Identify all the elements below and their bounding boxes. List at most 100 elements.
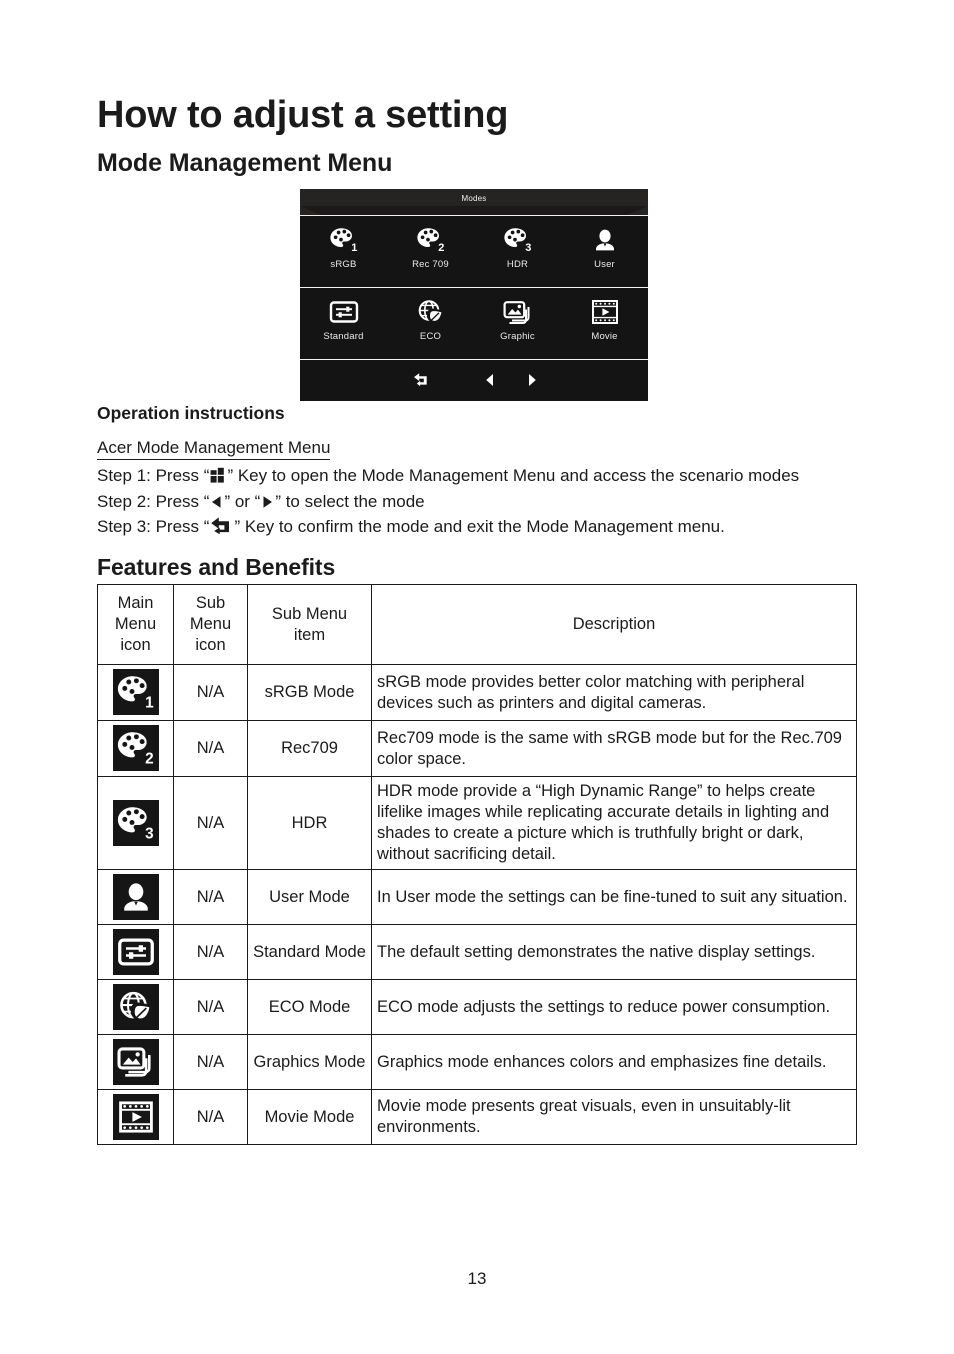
user-icon (561, 224, 648, 256)
osd-label-movie: Movie (591, 331, 618, 342)
svg-text:1: 1 (145, 694, 154, 710)
table-row: N/A User Mode In User mode the settings … (97, 869, 857, 925)
table-row: 2 N/A Rec709 Rec709 mode is the same wit… (97, 720, 857, 777)
row-sub-menu-item: User Mode (247, 869, 372, 925)
graphic-images-icon (474, 296, 561, 328)
header-sub-menu-item: Sub Menu item (247, 584, 372, 665)
row-sub-menu-item: Standard Mode (247, 924, 372, 980)
osd-label-rec709: Rec 709 (412, 259, 449, 270)
svg-text:2: 2 (145, 750, 154, 766)
osd-item-eco[interactable]: ECO (387, 296, 474, 342)
operation-instructions-heading: Operation instructions (97, 403, 285, 423)
osd-label-hdr: HDR (506, 259, 529, 270)
row-sub-menu-icon: N/A (173, 1089, 248, 1145)
row-description: ECO mode adjusts the settings to reduce … (371, 979, 857, 1035)
osd-item-hdr[interactable]: 3 HDR (474, 224, 561, 270)
row-description: Movie mode presents great visuals, even … (371, 1089, 857, 1145)
svg-text:2: 2 (438, 242, 444, 253)
row-icon-cell (97, 979, 174, 1035)
return-arrow-icon[interactable] (412, 372, 429, 387)
sliders-icon (112, 929, 159, 975)
row-sub-menu-item: HDR (247, 776, 372, 870)
section-heading-features: Features and Benefits (97, 554, 336, 580)
osd-item-graphic[interactable]: Graphic (474, 296, 561, 342)
osd-item-standard[interactable]: Standard (300, 296, 387, 342)
left-arrow-icon[interactable] (485, 373, 495, 387)
step-2-text-after: ” to select the mode (275, 492, 425, 511)
osd-label-standard: Standard (323, 331, 364, 342)
table-row: N/A Movie Mode Movie mode presents great… (97, 1089, 857, 1145)
row-sub-menu-icon: N/A (173, 869, 248, 925)
step-3-text-before: Step 3: Press “ (97, 517, 210, 536)
osd-mode-row-1: 1 sRGB 2 Rec 709 3 HDR User (300, 216, 648, 287)
palette-3-icon: 3 (112, 799, 159, 846)
palette-1-icon: 1 (300, 224, 387, 256)
palette-2-icon: 2 (387, 224, 474, 256)
page-number: 13 (467, 1269, 487, 1288)
header-sub-menu-icon: Sub Menu icon (173, 584, 248, 665)
osd-footer (300, 360, 648, 401)
eco-globe-leaf-icon (387, 296, 474, 328)
sliders-icon (300, 296, 387, 328)
movie-filmstrip-icon (561, 296, 648, 328)
step-3-line: Step 3: Press “ ” Key to confirm the mode… (97, 516, 725, 539)
row-icon-cell (97, 1034, 174, 1090)
row-description: sRGB mode provides better color matching… (371, 664, 857, 721)
row-description: HDR mode provide a “High Dynamic Range” … (371, 776, 857, 870)
header-main-line-2: Menu (114, 615, 157, 633)
manual-page: How to adjust a setting Mode Management … (0, 0, 954, 1354)
grid-modes-icon (210, 467, 226, 488)
header-item-line-2: item (293, 625, 326, 644)
osd-item-rec709[interactable]: 2 Rec 709 (387, 224, 474, 270)
osd-menu-screenshot: Modes 1 sRGB 2 Rec 709 3 HDR User Standa… (300, 189, 648, 401)
row-description: The default setting demonstrates the nat… (371, 924, 857, 980)
left-arrow-icon (210, 493, 223, 514)
osd-item-movie[interactable]: Movie (561, 296, 648, 342)
right-arrow-icon[interactable] (527, 373, 537, 387)
row-sub-menu-icon: N/A (173, 924, 248, 980)
row-sub-menu-icon: N/A (173, 979, 248, 1035)
features-table: Main Menu icon Sub Menu icon Sub Menu it… (97, 584, 857, 1145)
row-description: Rec709 mode is the same with sRGB mode b… (371, 720, 857, 777)
header-sub-line-2: Menu (189, 615, 232, 633)
svg-text:3: 3 (145, 825, 154, 841)
osd-label-eco: ECO (419, 331, 442, 342)
row-sub-menu-item: sRGB Mode (247, 664, 372, 721)
palette-3-icon: 3 (474, 224, 561, 256)
step-3-text-after: ” Key to confirm the mode and exit the M… (234, 517, 725, 536)
graphic-images-icon (112, 1039, 159, 1085)
movie-filmstrip-icon (112, 1094, 159, 1140)
operation-instructions-subtitle: Acer Mode Management Menu (97, 437, 331, 460)
table-row: N/A ECO Mode ECO mode adjusts the settin… (97, 979, 857, 1035)
header-main-line-3: icon (120, 636, 151, 654)
table-row: 1 N/A sRGB Mode sRGB mode provides bette… (97, 664, 857, 721)
osd-label-srgb: sRGB (330, 259, 357, 270)
header-sub-line-3: icon (195, 636, 226, 654)
user-icon (112, 874, 159, 920)
row-icon-cell (97, 924, 174, 980)
palette-1-icon: 1 (112, 669, 159, 715)
row-sub-menu-item: ECO Mode (247, 979, 372, 1035)
row-description: In User mode the settings can be fine-tu… (371, 869, 857, 925)
osd-header: Modes (300, 189, 648, 215)
row-icon-cell: 2 (97, 720, 174, 777)
header-item-line-1: Sub Menu (271, 604, 348, 623)
header-main-menu-icon: Main Menu icon (97, 584, 174, 665)
osd-label-graphic: Graphic (500, 331, 535, 342)
step-1-text-before: Step 1: Press “ (97, 466, 210, 485)
section-heading-mode-management: Mode Management Menu (97, 149, 393, 177)
table-row: N/A Standard Mode The default setting de… (97, 924, 857, 980)
osd-item-srgb[interactable]: 1 sRGB (300, 224, 387, 270)
table-header-row: Main Menu icon Sub Menu icon Sub Menu it… (97, 584, 857, 665)
step-1-line: Step 1: Press “ ” Key to open the Mode Ma… (97, 465, 799, 488)
osd-title: Modes (461, 194, 487, 203)
header-main-line-1: Main (117, 594, 154, 612)
step-2-line: Step 2: Press “ ” or “ ” to select the mod… (97, 491, 425, 514)
row-sub-menu-item: Rec709 (247, 720, 372, 777)
page-title: How to adjust a setting (97, 94, 509, 136)
row-sub-menu-icon: N/A (173, 1034, 248, 1090)
osd-mode-row-2: Standard ECO Graphic Movie (300, 288, 648, 359)
row-sub-menu-icon: N/A (173, 720, 248, 777)
osd-item-user[interactable]: User (561, 224, 648, 270)
return-arrow-icon (210, 516, 233, 539)
